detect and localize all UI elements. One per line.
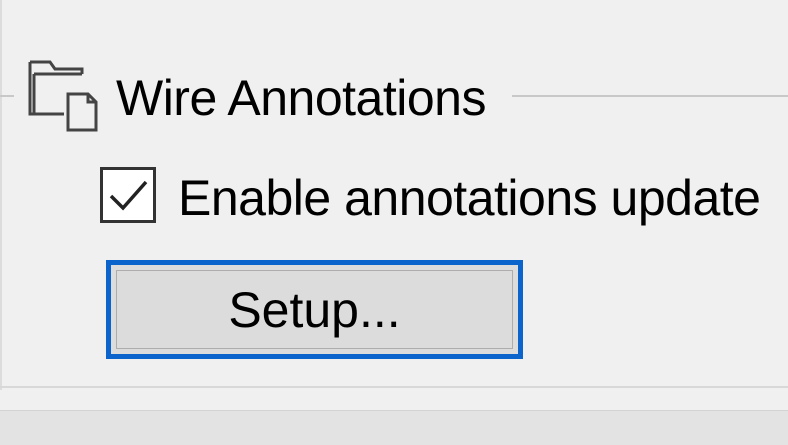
checkmark-icon	[109, 180, 148, 211]
folder-document-icon	[24, 52, 108, 136]
enable-annotations-checkbox[interactable]	[100, 167, 156, 223]
setup-button[interactable]: Setup...	[106, 260, 523, 359]
group-border-right	[512, 95, 788, 97]
panel-left-edge	[0, 0, 2, 390]
group-title: Wire Annotations	[116, 70, 486, 126]
group-border-bottom	[0, 386, 788, 388]
enable-annotations-label[interactable]: Enable annotations update	[178, 168, 761, 228]
footer-band	[0, 410, 788, 445]
group-border-left	[0, 95, 14, 97]
setup-button-label: Setup...	[116, 270, 513, 349]
